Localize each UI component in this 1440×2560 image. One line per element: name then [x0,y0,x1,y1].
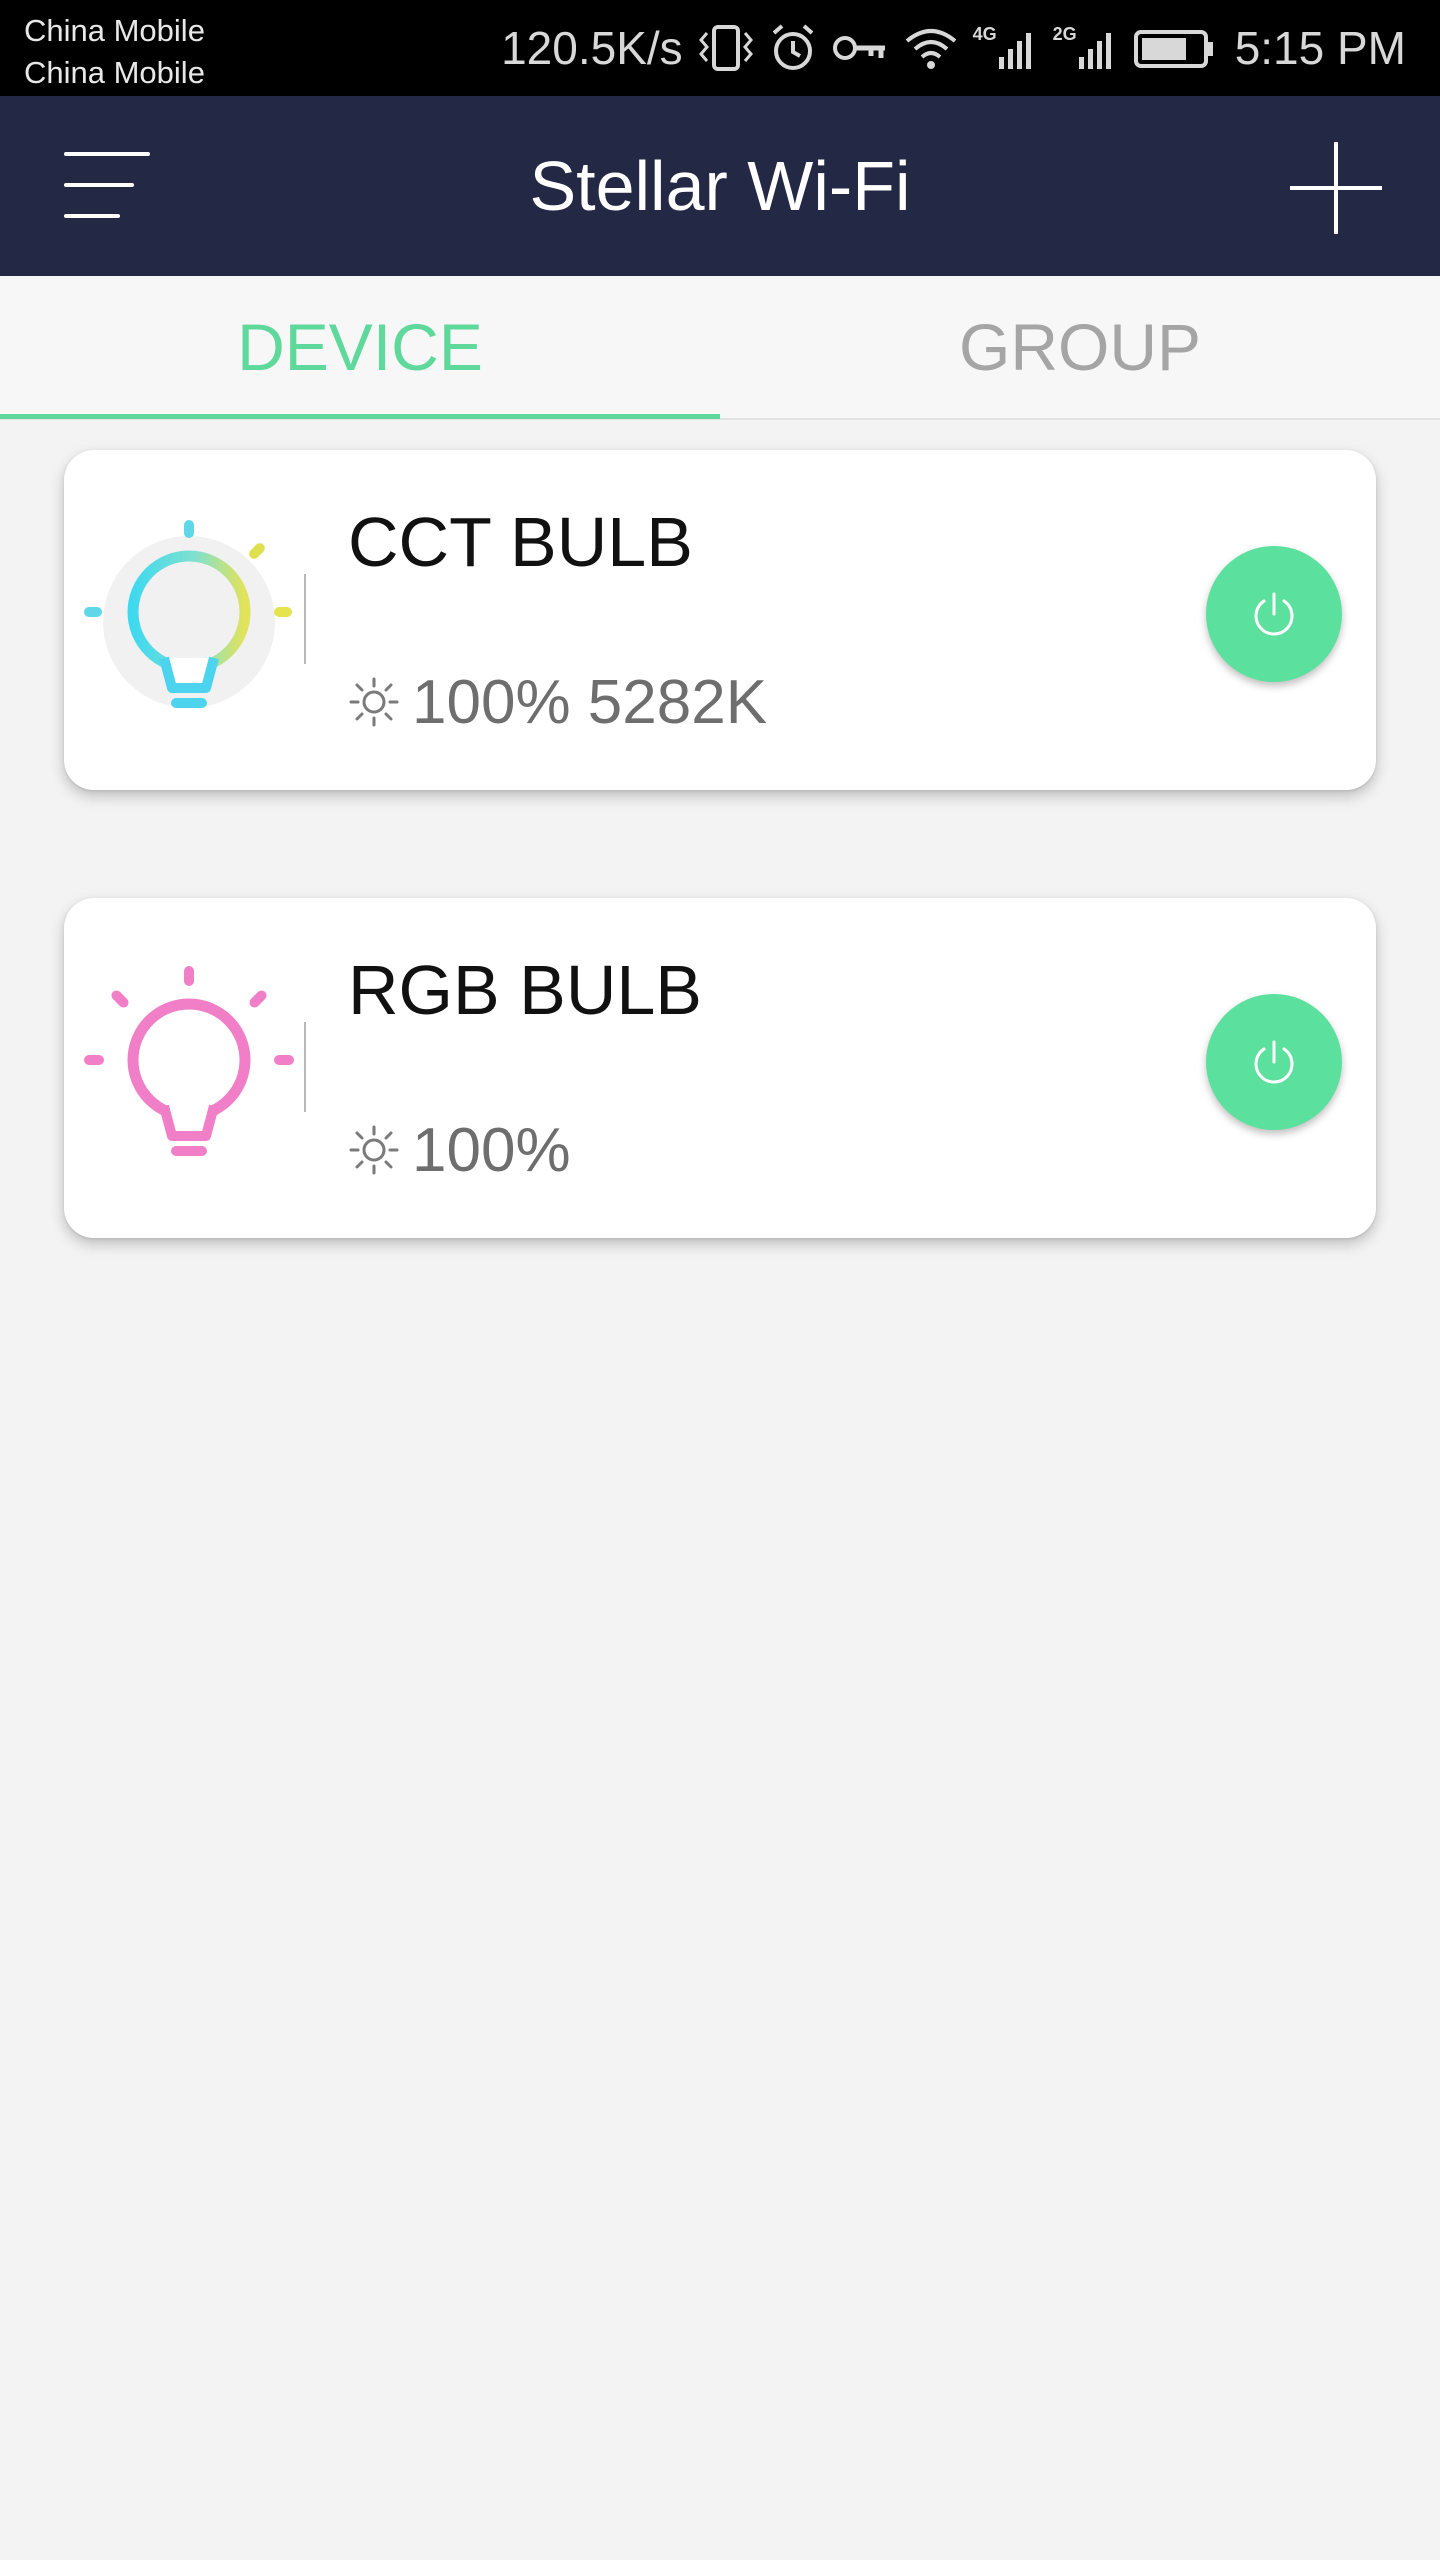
brightness-icon [349,1125,399,1175]
power-icon [1254,592,1294,636]
power-button[interactable] [1206,994,1342,1130]
tab-bar: DEVICE GROUP [0,276,1440,420]
card-divider [304,1022,306,1112]
status-bar: China Mobile China Mobile 120.5K/s 4G 2G… [0,0,1440,96]
signal-4g-icon: 4G [973,23,1039,73]
power-icon [1254,1040,1294,1084]
plus-icon[interactable] [1290,142,1382,234]
network-speed: 120.5K/s [501,22,683,74]
carrier-names: China Mobile China Mobile [24,10,205,94]
alarm-icon [772,24,813,70]
device-card-rgb-bulb[interactable]: RGB BULB 100% [64,898,1376,1238]
signal-2g-icon: 2G [1053,23,1119,73]
power-button[interactable] [1206,546,1342,682]
brightness-icon [349,677,399,727]
tab-device[interactable]: DEVICE [0,276,720,420]
card-divider [304,574,306,664]
vibrate-icon [698,25,753,71]
device-status: 100% [348,1108,571,1192]
network-type-2g: 2G [1052,24,1077,44]
cct-bulb-icon [84,520,292,708]
device-status-text: 100% 5282K [412,667,768,737]
app-bar: Stellar Wi-Fi [0,96,1440,276]
wifi-icon [905,29,956,69]
network-type-4g: 4G [972,24,997,44]
status-time: 5:15 PM [1234,22,1406,74]
status-indicators: 120.5K/s 4G 2G 5:15 PM [501,0,1406,96]
vpn-key-icon [832,36,885,60]
carrier-label-1: China Mobile [24,13,205,48]
device-status: 100% 5282K [348,660,767,744]
device-status-text: 100% [412,1115,571,1185]
carrier-label-2: China Mobile [24,55,205,90]
device-name: RGB BULB [348,951,702,1029]
active-tab-indicator [0,414,720,419]
app-title: Stellar Wi-Fi [529,147,911,225]
battery-icon [1133,30,1213,68]
device-name: CCT BULB [348,503,693,581]
tab-group[interactable]: GROUP [720,276,1440,420]
device-card-cct-bulb[interactable]: CCT BULB 100% 5282K [64,450,1376,790]
rgb-bulb-icon [84,966,294,1156]
